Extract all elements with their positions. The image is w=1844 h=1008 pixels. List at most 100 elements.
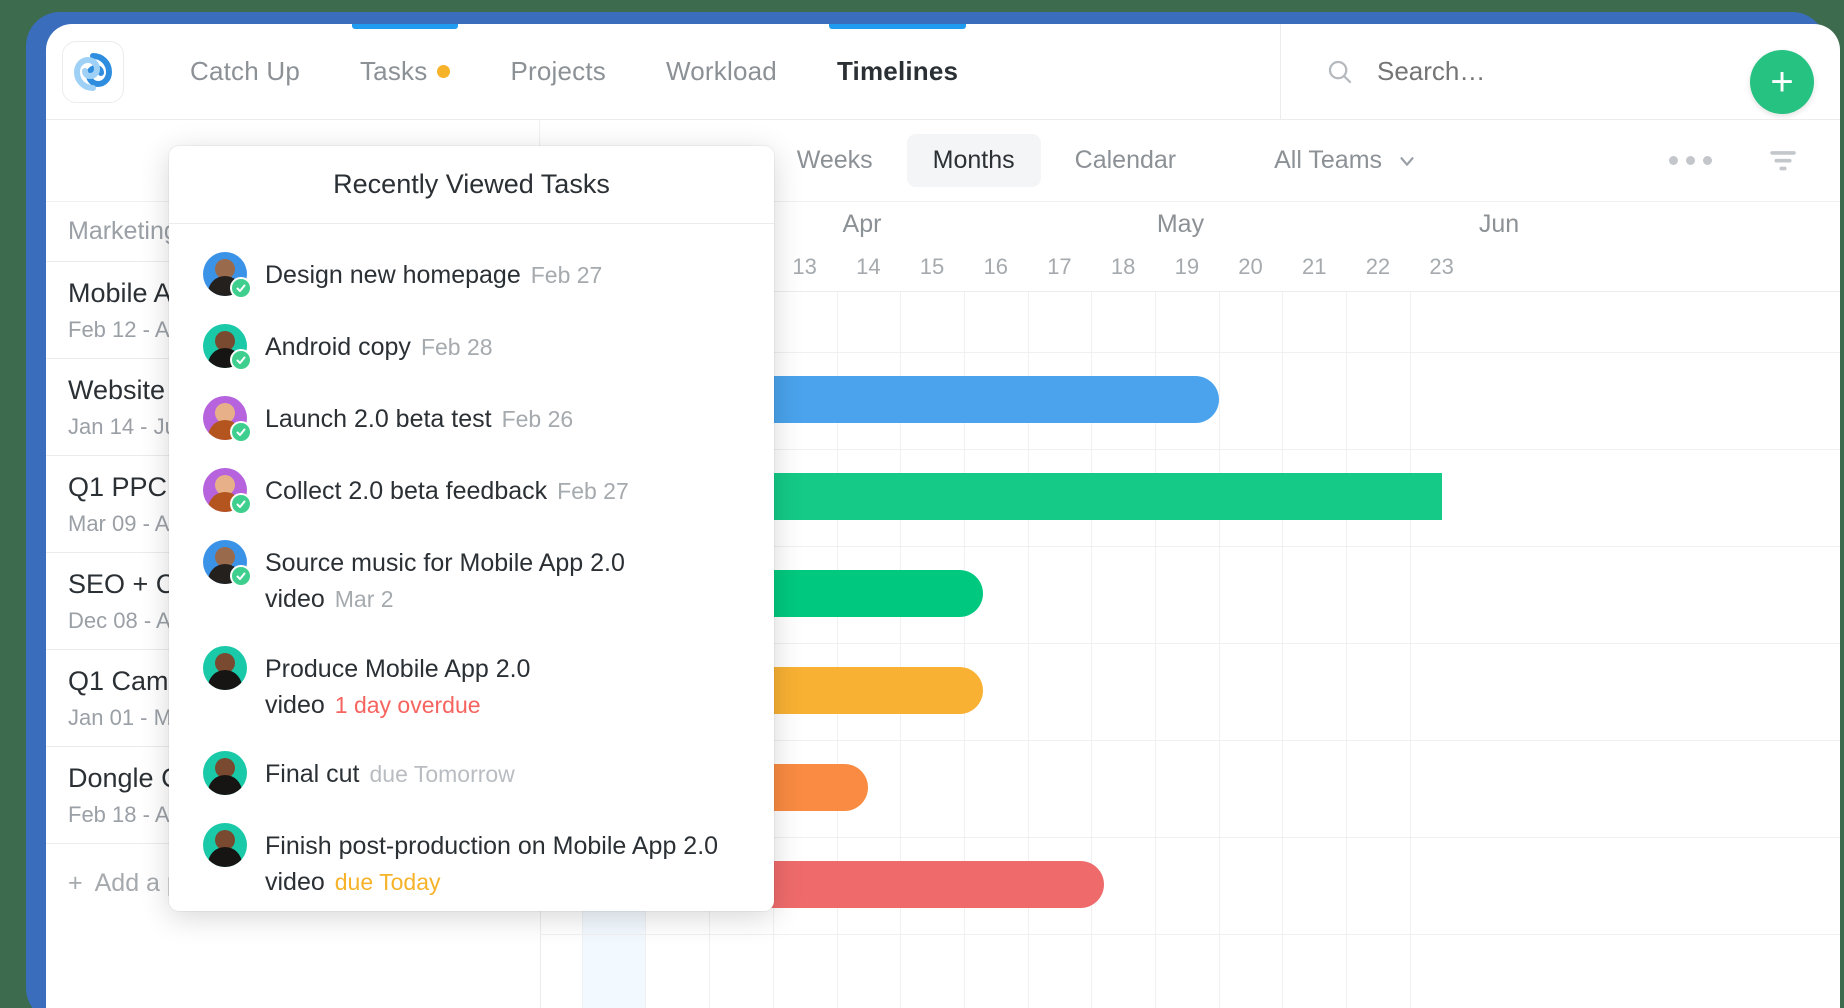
avatar [203, 540, 252, 587]
task-title: Source music for Mobile App 2.0 video [265, 549, 625, 614]
task-due-label: due Tomorrow [369, 761, 515, 787]
create-new-button[interactable]: + [1750, 50, 1814, 114]
avatar-image [203, 751, 247, 795]
screenshot-stage: Catch Up Tasks Projects Workload Timelin… [0, 0, 1844, 1008]
recent-task-item[interactable]: Final cut due Tomorrow [169, 737, 774, 809]
task-due-label: Feb 27 [557, 478, 629, 504]
plus-icon: + [68, 868, 83, 897]
avatar [203, 324, 252, 371]
plus-icon: + [1770, 60, 1794, 104]
main-nav: Catch Up Tasks Projects Workload Timelin… [160, 24, 988, 120]
group-label: Marketing [68, 217, 178, 245]
recent-task-item[interactable]: Produce Mobile App 2.0 video 1 day overdu… [169, 632, 774, 738]
task-text-wrapper: Launch 2.0 beta test Feb 26 [265, 396, 573, 437]
view-range-selector: Weeks Months Calendar [771, 134, 1202, 187]
nav-item-timelines[interactable]: Timelines [807, 24, 988, 120]
task-title: Design new homepage [265, 261, 521, 289]
swirl-logo-icon [73, 52, 113, 91]
task-due-label: Feb 26 [501, 406, 574, 432]
avatar-image [203, 645, 247, 690]
grid-vertical-line [1409, 292, 1411, 1008]
task-text-wrapper: Design new homepage Feb 27 [265, 252, 602, 293]
task-complete-icon [230, 277, 252, 299]
task-text-wrapper: Finish post-production on Mobile App 2.0… [265, 823, 740, 901]
nav-label: Catch Up [190, 56, 300, 86]
filter-icon[interactable] [1766, 148, 1800, 174]
task-title: Final cut [265, 760, 360, 788]
top-navigation-bar: Catch Up Tasks Projects Workload Timelin… [46, 24, 1840, 120]
nav-item-tasks[interactable]: Tasks [330, 24, 480, 120]
task-title: Android copy [265, 333, 411, 361]
day-label-17: 17 [1047, 254, 1072, 279]
day-label-14: 14 [856, 254, 881, 279]
recently-viewed-tasks-popup: Recently Viewed Tasks Design new homepag… [169, 146, 774, 911]
grid-vertical-line [1346, 292, 1348, 1008]
day-label-22: 22 [1365, 254, 1391, 279]
avatar [203, 645, 247, 690]
day-label-23: 23 [1429, 254, 1454, 279]
avatar [203, 823, 247, 867]
avatar [203, 396, 252, 443]
app-window: Catch Up Tasks Projects Workload Timelin… [46, 24, 1840, 1008]
nav-item-workload[interactable]: Workload [636, 24, 807, 120]
day-label-16: 16 [983, 254, 1008, 279]
range-calendar[interactable]: Calendar [1049, 134, 1202, 187]
recent-task-item[interactable]: Launch 2.0 beta test Feb 26 [169, 382, 774, 454]
teams-filter-dropdown[interactable]: All Teams [1274, 146, 1418, 175]
recent-tasks-list: Design new homepage Feb 27 Android copy Feb… [169, 224, 774, 911]
grid-vertical-line [1218, 292, 1220, 1008]
month-label-jun: Jun [1478, 210, 1520, 238]
recent-task-item[interactable]: Design new homepage Feb 27 [169, 238, 774, 310]
avatar [203, 751, 247, 795]
nav-item-projects[interactable]: Projects [480, 24, 636, 120]
day-label-15: 15 [919, 254, 945, 279]
avatar [203, 468, 252, 515]
task-due-label: due Today [334, 869, 441, 896]
task-title: Finish post-production on Mobile App 2.0… [265, 832, 719, 897]
range-weeks[interactable]: Weeks [771, 134, 899, 187]
grid-vertical-line [1282, 292, 1284, 1008]
toolbar-icon-group [1669, 148, 1840, 174]
nav-label: Tasks [359, 56, 428, 86]
day-label-18: 18 [1110, 254, 1136, 279]
nav-active-indicator-timelines [828, 24, 967, 29]
more-options-icon[interactable] [1669, 156, 1712, 165]
range-months[interactable]: Months [906, 134, 1041, 187]
nav-item-catch-up[interactable]: Catch Up [160, 24, 330, 120]
teams-filter-label: All Teams [1274, 146, 1383, 174]
task-text-wrapper: Android copy Feb 28 [265, 324, 493, 365]
task-due-label: 1 day overdue [334, 691, 481, 718]
task-text-wrapper: Produce Mobile App 2.0 video 1 day overdu… [265, 646, 740, 724]
nav-active-indicator-tasks [351, 24, 459, 29]
grid-row-separator [541, 934, 1840, 935]
nav-label: Projects [510, 56, 606, 86]
month-label-may: May [1156, 210, 1205, 238]
task-due-label: Feb 27 [530, 262, 603, 288]
task-title: Collect 2.0 beta feedback [265, 477, 548, 505]
nav-label: Timelines [836, 56, 959, 86]
month-label-apr: Apr [842, 210, 882, 238]
task-text-wrapper: Source music for Mobile App 2.0 video Mar… [265, 540, 740, 618]
task-complete-icon [230, 493, 252, 515]
task-complete-icon [230, 565, 252, 587]
day-label-21: 21 [1302, 254, 1327, 279]
popup-title: Recently Viewed Tasks [169, 146, 774, 224]
search-input[interactable] [1377, 56, 1707, 87]
tasks-badge-dot [437, 65, 451, 78]
recent-task-item[interactable]: Source music for Mobile App 2.0 video Mar… [169, 526, 774, 632]
task-due-label: Feb 28 [420, 334, 493, 360]
nav-label: Workload [665, 56, 777, 86]
task-text-wrapper: Collect 2.0 beta feedback Feb 27 [265, 468, 629, 509]
day-label-20: 20 [1238, 254, 1263, 279]
task-title: Launch 2.0 beta test [265, 405, 492, 433]
recent-task-item[interactable]: Finish post-production on Mobile App 2.0… [169, 809, 774, 911]
task-complete-icon [230, 349, 252, 371]
avatar-image [203, 823, 247, 867]
chevron-down-icon [1400, 156, 1414, 166]
search-icon [1328, 60, 1352, 83]
popup-title-text: Recently Viewed Tasks [333, 169, 610, 199]
recent-task-item[interactable]: Collect 2.0 beta feedback Feb 27 [169, 454, 774, 526]
app-logo[interactable] [62, 40, 124, 103]
task-complete-icon [230, 421, 252, 443]
recent-task-item[interactable]: Android copy Feb 28 [169, 310, 774, 382]
